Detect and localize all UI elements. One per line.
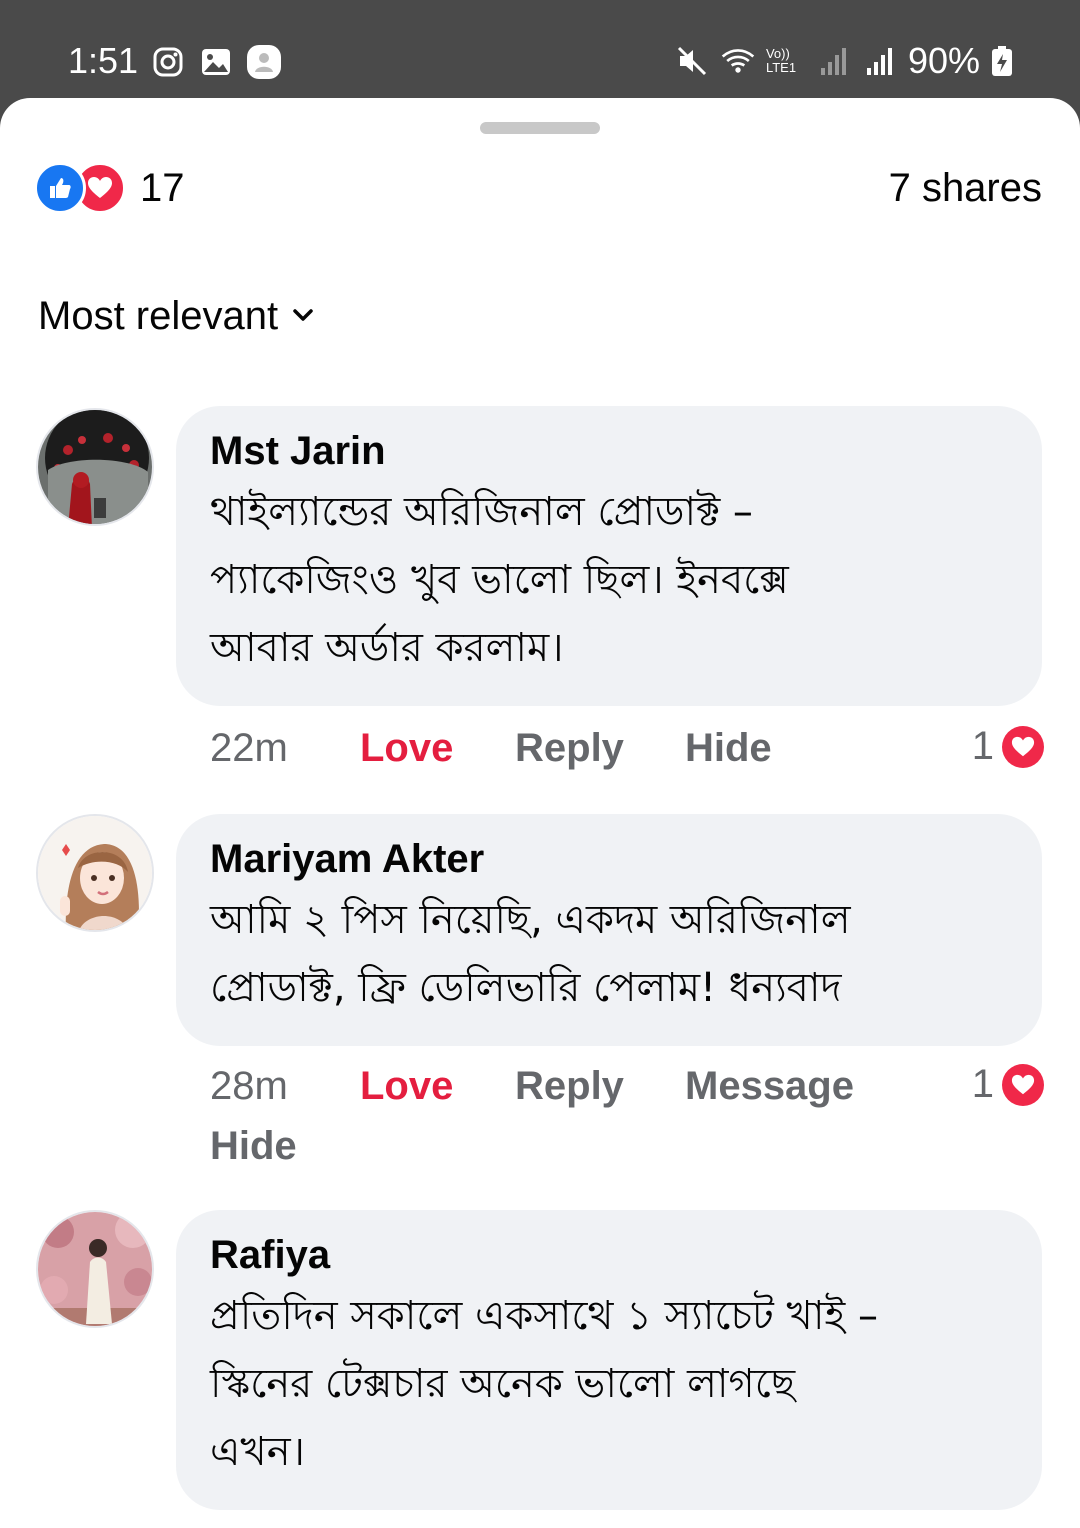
hide-button[interactable]: Hide xyxy=(210,1124,297,1169)
love-reaction-icon xyxy=(1002,725,1044,768)
sort-dropdown[interactable]: Most relevant xyxy=(38,294,314,339)
mute-icon xyxy=(674,43,710,79)
hide-button[interactable]: Hide xyxy=(685,726,772,771)
signal-icon-2 xyxy=(862,43,898,79)
comment-bubble[interactable]: Mariyam Akter আমি ২ পিস নিয়েছি, একদম অর… xyxy=(176,814,1042,1046)
comments-sheet: 17 7 shares Most relevant Mst Jarin থাইল… xyxy=(0,98,1080,1528)
account-icon xyxy=(246,44,282,80)
reply-button[interactable]: Reply xyxy=(515,1064,624,1109)
reply-button[interactable]: Reply xyxy=(515,726,624,771)
avatar[interactable] xyxy=(36,814,154,932)
comment-reaction-number: 1 xyxy=(971,1062,994,1106)
sort-label: Most relevant xyxy=(38,294,279,338)
comment-author[interactable]: Mst Jarin xyxy=(210,428,1008,474)
comment-author[interactable]: Mariyam Akter xyxy=(210,836,1008,882)
lte-label: Vo)) LTE1 xyxy=(765,46,797,75)
avatar[interactable] xyxy=(36,1210,154,1328)
comment-text: আমি ২ পিস নিয়েছি, একদম অরিজিনাল প্রোডাক… xyxy=(210,897,851,1011)
status-notification-icons xyxy=(150,44,282,80)
status-system-icons: Vo)) LTE1 90% xyxy=(674,40,1014,82)
wifi-icon xyxy=(720,43,756,79)
comment-reaction-number: 1 xyxy=(971,724,994,768)
shares-count[interactable]: 7 shares xyxy=(889,166,1042,211)
comment-time: 28m xyxy=(210,1064,288,1108)
reactions-summary[interactable]: 17 xyxy=(34,162,185,214)
chevron-down-icon xyxy=(292,307,314,326)
comment-text: প্রতিদিন সকালে একসাথে ১ স্যাচেট খাই – স্… xyxy=(210,1293,878,1475)
comment-time: 22m xyxy=(210,726,288,770)
instagram-icon xyxy=(150,44,186,80)
love-button[interactable]: Love xyxy=(360,726,453,771)
comment-author[interactable]: Rafiya xyxy=(210,1232,1008,1278)
battery-percentage: 90% xyxy=(907,40,980,81)
sheet-drag-handle[interactable] xyxy=(480,122,600,134)
comment-text: থাইল্যান্ডের অরিজিনাল প্রোডাক্ট – প্যাকে… xyxy=(210,489,789,671)
reaction-count: 17 xyxy=(140,165,185,210)
message-button[interactable]: Message xyxy=(685,1064,854,1109)
love-button[interactable]: Love xyxy=(360,1064,453,1109)
battery-icon xyxy=(990,43,1014,79)
love-reaction-icon xyxy=(1002,1063,1044,1106)
like-reaction-icon xyxy=(34,162,86,214)
comment-reaction-count[interactable]: 1 xyxy=(972,1062,1044,1107)
status-bar: 1:51 Vo)) LTE1 90% xyxy=(0,0,1080,100)
signal-icon-1 xyxy=(816,43,852,79)
comment-bubble[interactable]: Mst Jarin থাইল্যান্ডের অরিজিনাল প্রোডাক্… xyxy=(176,406,1042,706)
comment-reaction-count[interactable]: 1 xyxy=(972,724,1044,769)
status-time: 1:51 xyxy=(68,40,139,81)
comment-bubble[interactable]: Rafiya প্রতিদিন সকালে একসাথে ১ স্যাচেট খ… xyxy=(176,1210,1042,1510)
gallery-icon xyxy=(198,44,234,80)
avatar[interactable] xyxy=(36,408,154,526)
